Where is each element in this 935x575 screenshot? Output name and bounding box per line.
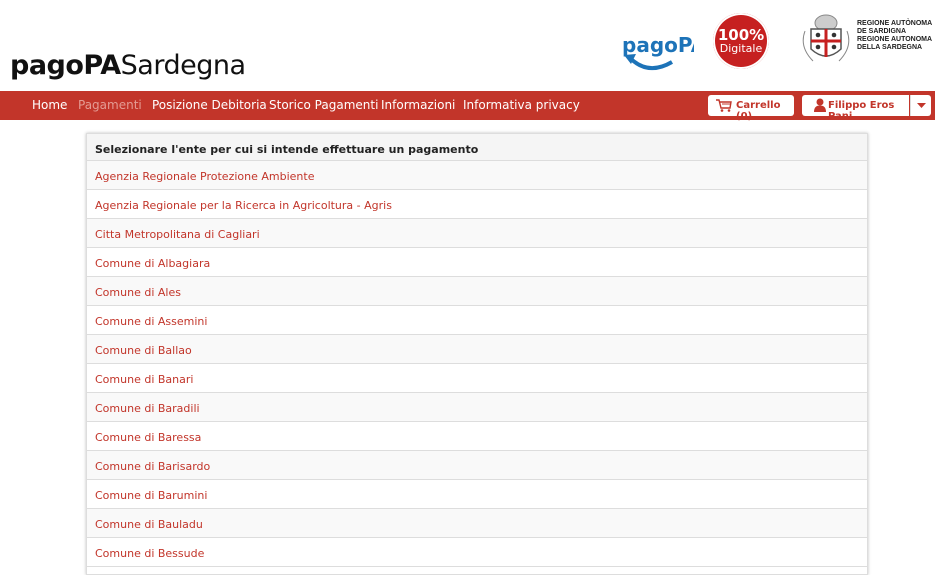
list-item[interactable]: Comune di Assemini xyxy=(87,306,867,335)
nav-pagamenti[interactable]: Pagamenti xyxy=(78,98,142,112)
nav-storico-pagamenti[interactable]: Storico Pagamenti xyxy=(269,98,378,112)
ente-selection-panel: Selezionare l'ente per cui si intende ef… xyxy=(86,133,868,575)
navbar: Home Pagamenti Posizione Debitoria Stori… xyxy=(0,91,935,122)
user-name: Filippo Eros Pani xyxy=(828,100,895,122)
list-item[interactable]: Comune di Bessude xyxy=(87,538,867,567)
nav-home[interactable]: Home xyxy=(32,98,67,112)
list-item[interactable]: Comune di Barumini xyxy=(87,480,867,509)
svg-text:pagoPA: pagoPA xyxy=(622,33,694,57)
nav-informativa-privacy[interactable]: Informativa privacy xyxy=(463,98,580,112)
user-icon xyxy=(814,98,826,112)
list-item[interactable]: Comune di Baradili xyxy=(87,393,867,422)
cart-icon xyxy=(716,99,732,112)
brand-logo[interactable]: pagoPASardegna xyxy=(10,50,246,81)
user-menu-button[interactable]: Filippo Eros Pani xyxy=(802,95,909,122)
user-menu-toggle[interactable] xyxy=(910,95,931,116)
list-item[interactable]: Comune di Ales xyxy=(87,277,867,306)
ente-list: Agenzia Regionale Protezione Ambiente Ag… xyxy=(87,161,867,567)
region-label: REGIONE AUTÒNOMA DE SARDIGNA REGIONE AUT… xyxy=(857,20,933,51)
list-item[interactable]: Comune di Bauladu xyxy=(87,509,867,538)
cart-button[interactable]: Carrello (0) xyxy=(708,95,794,122)
digitale-badge: 100% Digitale xyxy=(713,13,769,69)
pagopa-logo: pagoPA xyxy=(622,33,694,70)
nav-informazioni[interactable]: Informazioni xyxy=(381,98,455,112)
nav-posizione-debitoria[interactable]: Posizione Debitoria xyxy=(152,98,267,112)
header: pagoPASardegna pagoPA 100% Digitale REGI… xyxy=(0,0,935,90)
list-item[interactable]: Comune di Baressa xyxy=(87,422,867,451)
list-item[interactable]: Comune di Barisardo xyxy=(87,451,867,480)
list-item[interactable]: Citta Metropolitana di Cagliari xyxy=(87,219,867,248)
list-item[interactable]: Comune di Albagiara xyxy=(87,248,867,277)
list-item[interactable]: Agenzia Regionale per la Ricerca in Agri… xyxy=(87,190,867,219)
caret-down-icon xyxy=(917,103,926,108)
list-item[interactable]: Comune di Banari xyxy=(87,364,867,393)
panel-heading: Selezionare l'ente per cui si intende ef… xyxy=(87,134,867,161)
list-item[interactable]: Comune di Ballao xyxy=(87,335,867,364)
cart-label: Carrello (0) xyxy=(736,100,781,122)
region-crest-icon xyxy=(802,14,850,62)
list-item[interactable]: Agenzia Regionale Protezione Ambiente xyxy=(87,161,867,190)
